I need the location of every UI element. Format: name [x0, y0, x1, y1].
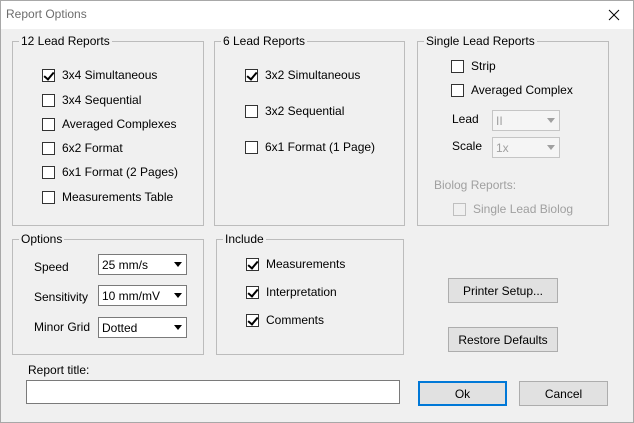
single-lead-legend: Single Lead Reports [424, 34, 537, 48]
cb-3x4-sequential[interactable]: 3x4 Sequential [42, 93, 141, 107]
six-lead-legend: 6 Lead Reports [221, 34, 308, 48]
cb-6x1-format-2-pages[interactable]: 6x1 Format (2 Pages) [42, 165, 178, 179]
cb-averaged-complex-label: Averaged Complex [471, 83, 573, 97]
cb-averaged-complexes[interactable]: Averaged Complexes [42, 117, 177, 131]
check-icon[interactable] [245, 68, 258, 82]
cb-3x2-simultaneous[interactable]: 3x2 Simultaneous [245, 68, 360, 82]
printer-setup-button[interactable]: Printer Setup... [448, 278, 558, 303]
chevron-down-icon[interactable] [542, 111, 559, 130]
cb-3x4-sequential-label: 3x4 Sequential [62, 93, 142, 107]
dialog-body: 12 Lead Reports 3x4 Simultaneous 3x4 Seq… [1, 29, 633, 422]
checkbox-box[interactable] [245, 104, 258, 118]
checkbox-box[interactable] [42, 165, 55, 179]
cb-6x2-format[interactable]: 6x2 Format [42, 141, 123, 155]
cb-6x1-format-1-page[interactable]: 6x1 Format (1 Page) [245, 140, 375, 154]
cb-single-lead-biolog[interactable]: Single Lead Biolog [453, 202, 573, 216]
lead-select[interactable]: II [492, 110, 560, 131]
cb-6x1-format-1-page-label: 6x1 Format (1 Page) [265, 140, 376, 154]
checkbox-box[interactable] [42, 93, 55, 107]
check-icon[interactable] [246, 313, 259, 327]
lead-label: Lead [452, 112, 479, 126]
cb-3x2-sequential-label: 3x2 Sequential [265, 104, 345, 118]
include-legend: Include [223, 232, 266, 246]
minor-grid-label: Minor Grid [34, 320, 91, 334]
checkbox-box[interactable] [42, 141, 55, 155]
lead-select-value: II [496, 113, 503, 128]
cb-strip[interactable]: Strip [451, 59, 496, 73]
options-group: Options Speed 25 mm/s Sensitivity 10 mm/… [12, 232, 204, 355]
checkbox-box[interactable] [453, 202, 466, 216]
scale-select[interactable]: 1x [492, 137, 560, 158]
biolog-reports-label: Biolog Reports: [434, 178, 517, 192]
twelve-lead-legend: 12 Lead Reports [19, 34, 112, 48]
chevron-down-icon[interactable] [169, 318, 186, 337]
speed-label: Speed [34, 260, 69, 274]
cb-3x2-sequential[interactable]: 3x2 Sequential [245, 104, 344, 118]
check-icon[interactable] [42, 68, 55, 82]
chevron-down-icon[interactable] [542, 138, 559, 157]
cb-measurements-table[interactable]: Measurements Table [42, 190, 173, 204]
sensitivity-select[interactable]: 10 mm/mV [98, 285, 187, 306]
report-options-dialog: Report Options 12 Lead Reports 3x4 Simul… [0, 0, 634, 423]
speed-select-value: 25 mm/s [102, 257, 149, 272]
cb-comments[interactable]: Comments [246, 313, 324, 327]
check-icon[interactable] [246, 285, 259, 299]
cb-measurements-table-label: Measurements Table [62, 190, 174, 204]
report-title-label: Report title: [28, 363, 90, 377]
cb-measurements[interactable]: Measurements [246, 257, 345, 271]
report-title-input[interactable] [26, 380, 400, 404]
scale-label: Scale [452, 139, 483, 153]
cb-3x4-simultaneous-label: 3x4 Simultaneous [62, 68, 158, 82]
scale-select-value: 1x [496, 140, 509, 155]
cb-single-lead-biolog-label: Single Lead Biolog [473, 202, 574, 216]
close-button[interactable] [595, 1, 633, 29]
cb-interpretation-label: Interpretation [266, 285, 337, 299]
checkbox-box[interactable] [451, 59, 464, 73]
cb-6x2-format-label: 6x2 Format [62, 141, 123, 155]
restore-defaults-button[interactable]: Restore Defaults [448, 327, 558, 352]
cb-averaged-complex[interactable]: Averaged Complex [451, 83, 573, 97]
cancel-button[interactable]: Cancel [519, 381, 608, 406]
minor-grid-select[interactable]: Dotted [98, 317, 187, 338]
sensitivity-select-value: 10 mm/mV [102, 288, 161, 303]
include-group: Include Measurements Interpretation Comm… [216, 232, 404, 355]
close-icon [608, 9, 620, 21]
cb-strip-label: Strip [471, 59, 496, 73]
chevron-down-icon[interactable] [169, 255, 186, 274]
checkbox-box[interactable] [42, 117, 55, 131]
cb-3x4-simultaneous[interactable]: 3x4 Simultaneous [42, 68, 157, 82]
options-legend: Options [19, 232, 65, 246]
checkbox-box[interactable] [42, 190, 55, 204]
cb-averaged-complexes-label: Averaged Complexes [62, 117, 177, 131]
cb-interpretation[interactable]: Interpretation [246, 285, 337, 299]
ok-button[interactable]: Ok [418, 381, 507, 406]
check-icon[interactable] [246, 257, 259, 271]
checkbox-box[interactable] [451, 83, 464, 97]
cb-3x2-simultaneous-label: 3x2 Simultaneous [265, 68, 361, 82]
six-lead-group: 6 Lead Reports 3x2 Simultaneous 3x2 Sequ… [214, 34, 405, 226]
twelve-lead-group: 12 Lead Reports 3x4 Simultaneous 3x4 Seq… [12, 34, 204, 226]
cb-6x1-format-2-pages-label: 6x1 Format (2 Pages) [62, 165, 179, 179]
minor-grid-select-value: Dotted [102, 320, 138, 335]
single-lead-group: Single Lead Reports Strip Averaged Compl… [417, 34, 609, 226]
cb-comments-label: Comments [266, 313, 325, 327]
sensitivity-label: Sensitivity [34, 290, 89, 304]
title-bar: Report Options [1, 1, 633, 29]
chevron-down-icon[interactable] [169, 286, 186, 305]
dialog-title: Report Options [6, 7, 87, 21]
checkbox-box[interactable] [245, 140, 258, 154]
cb-measurements-label: Measurements [266, 257, 346, 271]
speed-select[interactable]: 25 mm/s [98, 254, 187, 275]
